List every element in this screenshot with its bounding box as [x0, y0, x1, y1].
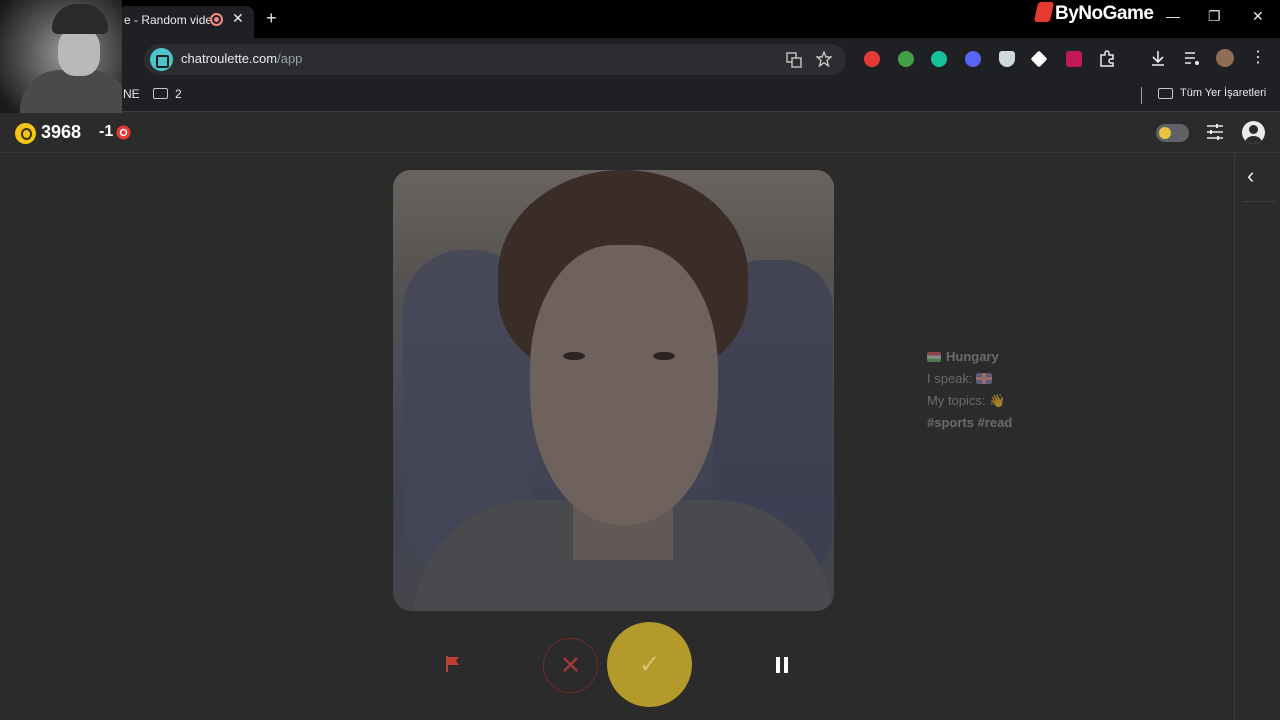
- bynogame-logo: ByNoGame: [1033, 2, 1154, 25]
- partner-tags: #sports #read: [927, 415, 1013, 430]
- partner-country: Hungary: [946, 349, 999, 364]
- partner-video: [393, 170, 834, 611]
- pause-icon[interactable]: [776, 657, 789, 673]
- tab-title: e - Random vide: [124, 13, 210, 27]
- site-info-icon[interactable]: [150, 48, 173, 71]
- skip-button[interactable]: ✕: [543, 638, 598, 693]
- partner-country-line: Hungary: [927, 349, 999, 364]
- wave-emoji: 👋: [989, 393, 1006, 408]
- bookmark-partial[interactable]: NE: [123, 87, 140, 101]
- coin-delta: -1: [99, 123, 114, 140]
- shield-extension-icon[interactable]: [999, 51, 1015, 67]
- url-text[interactable]: chatroulette.com/app: [181, 51, 302, 66]
- account-icon[interactable]: [1242, 121, 1265, 144]
- english-flag-icon: [975, 373, 992, 384]
- report-flag-icon[interactable]: [445, 655, 461, 673]
- url-domain: chatroulette.com: [181, 51, 278, 66]
- red-extension-icon[interactable]: [864, 51, 880, 67]
- browser-menu-icon[interactable]: ⋮: [1250, 47, 1266, 67]
- coin-icon: [15, 123, 36, 144]
- bookmark-folder-2[interactable]: 2: [175, 87, 182, 101]
- discord-extension-icon[interactable]: [965, 51, 981, 67]
- diamond-extension-icon[interactable]: [1030, 50, 1048, 68]
- download-icon[interactable]: [1150, 50, 1166, 67]
- url-path: /app: [277, 51, 303, 66]
- chat-side-panel: ‹: [1234, 153, 1280, 720]
- browser-titlebar: e - Random vide ✕ + ByNoGame — ❐ ✕: [0, 0, 1280, 38]
- purple-extension-icon[interactable]: [1066, 51, 1082, 67]
- minimize-icon[interactable]: —: [1166, 8, 1180, 24]
- recording-icon: [210, 13, 223, 26]
- coin-balance: 3968: [41, 122, 82, 142]
- hungary-flag-icon: [927, 352, 941, 362]
- theme-toggle[interactable]: [1156, 124, 1189, 142]
- bookmarks-divider: [1141, 87, 1142, 104]
- panel-divider: [1243, 201, 1275, 202]
- skip-x-icon: ✕: [559, 650, 582, 680]
- active-tab[interactable]: e - Random vide ✕: [118, 6, 254, 38]
- expand-panel-chevron-icon[interactable]: ‹: [1247, 163, 1254, 189]
- bookmark-star-icon[interactable]: [816, 51, 832, 67]
- grammarly-extension-icon[interactable]: [931, 51, 947, 67]
- browser-toolbar: chatroulette.com/app ⋮: [0, 38, 1280, 80]
- app-header: 3968 -1: [0, 113, 1280, 153]
- translate-icon[interactable]: [786, 52, 802, 68]
- filters-icon[interactable]: [1205, 122, 1225, 142]
- partner-topics-line: My topics: 👋: [927, 393, 1005, 409]
- topics-label: My topics:: [927, 393, 986, 408]
- green-chat-extension-icon[interactable]: [898, 51, 914, 67]
- address-bar[interactable]: chatroulette.com/app: [144, 44, 846, 75]
- tab-close-icon[interactable]: ✕: [232, 10, 244, 27]
- restore-icon[interactable]: ❐: [1208, 8, 1221, 25]
- accept-check-icon: ✓: [638, 649, 661, 679]
- overlay-portrait-photo: [0, 0, 122, 120]
- accept-button[interactable]: ✓: [607, 622, 692, 707]
- bookmarks-bar: NE 2 Tüm Yer İşaretleri: [0, 80, 1280, 112]
- new-tab-button[interactable]: +: [266, 8, 277, 29]
- close-window-icon[interactable]: ✕: [1252, 8, 1264, 25]
- partner-language-line: I speak:: [927, 371, 992, 386]
- folder-icon: [153, 88, 168, 99]
- media-playlist-icon[interactable]: [1184, 51, 1201, 66]
- all-bookmarks-folder-icon: [1158, 88, 1173, 99]
- bynogame-logo-icon: [1033, 2, 1055, 22]
- brand-name: ByNoGame: [1055, 3, 1154, 24]
- speak-label: I speak:: [927, 371, 973, 386]
- all-bookmarks-link[interactable]: Tüm Yer İşaretleri: [1180, 87, 1266, 99]
- live-indicator-icon: [116, 125, 131, 140]
- extensions-puzzle-icon[interactable]: [1099, 50, 1116, 67]
- profile-avatar-icon[interactable]: [1216, 49, 1234, 67]
